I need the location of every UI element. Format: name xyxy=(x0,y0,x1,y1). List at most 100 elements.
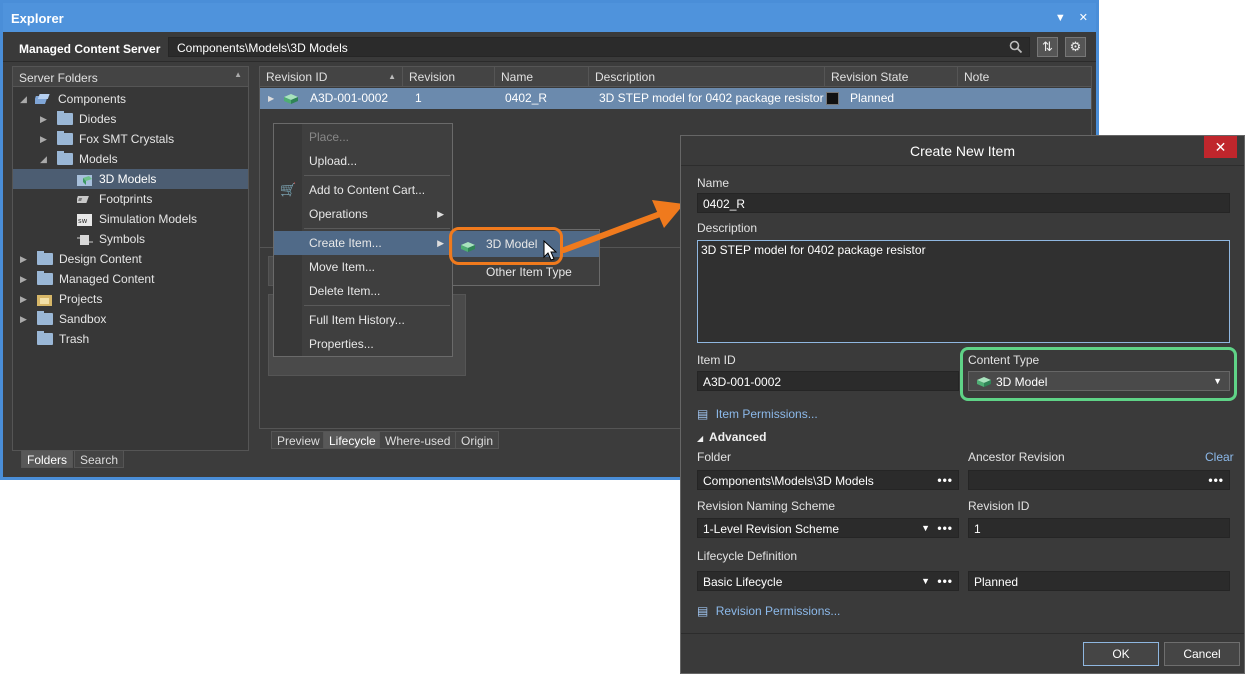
column-header-revision-state[interactable]: Revision State xyxy=(825,67,958,87)
cancel-button[interactable]: Cancel xyxy=(1164,642,1240,666)
table-row[interactable]: ▶ A3D-001-0002 1 0402_R 3D STEP model fo… xyxy=(260,88,1091,109)
orange-arrow-icon xyxy=(561,200,684,253)
tree-item-symbols[interactable]: Symbols xyxy=(13,229,248,249)
column-header-note[interactable]: Note xyxy=(958,67,1091,87)
revision-naming-label: Revision Naming Scheme xyxy=(697,499,836,513)
ancestor-revision-field[interactable]: ••• xyxy=(968,470,1230,490)
submenu-arrow-icon: ▶ xyxy=(437,209,444,219)
tree-item-projects[interactable]: ▶ Projects xyxy=(13,289,248,309)
tab-folders[interactable]: Folders xyxy=(21,450,74,468)
settings-button[interactable]: ⚙ xyxy=(1065,37,1086,57)
tree-item-managed-content[interactable]: ▶ Managed Content xyxy=(13,269,248,289)
menu-item-create-item[interactable]: Create Item... ▶ xyxy=(274,231,452,255)
lifecycle-definition-value: Basic Lifecycle xyxy=(703,575,783,589)
dropdown-arrow-icon[interactable]: ▼ xyxy=(1055,12,1066,24)
tree-item-sandbox[interactable]: ▶ Sandbox xyxy=(13,309,248,329)
ok-button[interactable]: OK xyxy=(1083,642,1159,666)
projects-icon xyxy=(37,293,53,306)
permissions-icon: ▤ xyxy=(697,407,709,421)
close-icon[interactable]: ✕ xyxy=(1079,12,1088,24)
expand-arrow-icon[interactable]: ▶ xyxy=(20,249,27,269)
description-field[interactable]: 3D STEP model for 0402 package resistor xyxy=(697,240,1230,343)
panel-title: Server Folders xyxy=(19,71,98,85)
expand-arrow-icon[interactable]: ▶ xyxy=(40,109,47,129)
expand-arrow-icon[interactable]: ▶ xyxy=(20,309,27,329)
link-label: Item Permissions... xyxy=(715,407,818,421)
browse-button[interactable]: ••• xyxy=(1208,473,1224,487)
menu-item-upload[interactable]: Upload... xyxy=(274,149,452,173)
menu-item-add-to-cart[interactable]: 🛒 Add to Content Cart... xyxy=(274,178,452,202)
tree-item-design-content[interactable]: ▶ Design Content xyxy=(13,249,248,269)
lifecycle-state-field[interactable]: Planned xyxy=(968,571,1230,591)
tree-item-label: Symbols xyxy=(99,232,146,246)
tree-item-models[interactable]: ◢ Models xyxy=(13,149,248,169)
tab-search[interactable]: Search xyxy=(74,450,125,468)
tree-item-diodes[interactable]: ▶ Diodes xyxy=(13,109,248,129)
menu-item-place[interactable]: Place... xyxy=(274,125,452,149)
browse-button[interactable]: ••• xyxy=(937,574,953,588)
expand-arrow-icon[interactable]: ▶ xyxy=(268,88,274,109)
cell-revision-id: A3D-001-0002 xyxy=(310,91,389,105)
menu-item-operations[interactable]: Operations ▶ xyxy=(274,202,452,226)
search-icon[interactable] xyxy=(1009,40,1023,57)
revision-naming-dropdown[interactable]: 1-Level Revision Scheme ▼ ••• xyxy=(697,518,959,538)
tree-item-3d-models[interactable]: 3D Models xyxy=(13,169,248,189)
menu-item-full-item-history[interactable]: Full Item History... xyxy=(274,308,452,332)
collapse-arrow-icon[interactable]: ◢ xyxy=(20,89,27,109)
revision-permissions-link[interactable]: ▤ Revision Permissions... xyxy=(697,604,840,618)
tree-item-label: Sandbox xyxy=(59,312,107,326)
collapse-arrow-icon[interactable]: ◢ xyxy=(40,149,47,169)
name-field[interactable]: 0402_R xyxy=(697,193,1230,213)
chevron-down-icon[interactable]: ▼ xyxy=(921,523,930,533)
tree-item-label: 3D Models xyxy=(99,172,157,186)
dialog-title: Create New Item xyxy=(909,143,1016,159)
menu-item-properties[interactable]: Properties... xyxy=(274,332,452,356)
path-text: Components\Models\3D Models xyxy=(177,41,348,55)
tree-item-footprints[interactable]: Footprints xyxy=(13,189,248,209)
tab-preview[interactable]: Preview xyxy=(271,431,326,449)
tree-item-trash[interactable]: Trash xyxy=(13,329,248,349)
advanced-section-toggle[interactable]: ◢ Advanced xyxy=(697,430,766,444)
item-permissions-link[interactable]: ▤ Item Permissions... xyxy=(697,407,818,421)
chevron-down-icon[interactable]: ▼ xyxy=(921,576,930,586)
expand-arrow-icon[interactable]: ▶ xyxy=(40,129,47,149)
menu-separator xyxy=(304,175,450,176)
tab-lifecycle[interactable]: Lifecycle xyxy=(323,431,382,449)
column-header-revision-id[interactable]: Revision ID ▲ xyxy=(260,67,403,87)
tree-item-components[interactable]: ◢ Components xyxy=(13,89,248,109)
server-selector[interactable]: Managed Content Server ▼ xyxy=(19,42,175,56)
description-label: Description xyxy=(697,221,758,235)
column-header-revision[interactable]: Revision xyxy=(403,67,495,87)
folder-icon xyxy=(37,311,53,325)
collapse-icon[interactable]: ▲ xyxy=(234,70,242,79)
folder-icon xyxy=(37,251,53,265)
revision-naming-value: 1-Level Revision Scheme xyxy=(703,522,840,536)
refresh-button[interactable]: ⇅ xyxy=(1037,37,1058,57)
menu-item-delete-item[interactable]: Delete Item... xyxy=(274,279,452,303)
expand-arrow-icon[interactable]: ▶ xyxy=(20,269,27,289)
tree-item-simulation-models[interactable]: sw Simulation Models xyxy=(13,209,248,229)
column-header-name[interactable]: Name xyxy=(495,67,589,87)
lifecycle-definition-dropdown[interactable]: Basic Lifecycle ▼ ••• xyxy=(697,571,959,591)
dialog-titlebar: Create New Item ✕ xyxy=(681,136,1244,166)
lifecycle-definition-label: Lifecycle Definition xyxy=(697,549,798,563)
svg-text:sw: sw xyxy=(78,217,88,225)
revision-id-field[interactable]: 1 xyxy=(968,518,1230,538)
3d-model-icon xyxy=(282,88,300,109)
clear-link[interactable]: Clear xyxy=(1205,450,1234,464)
folder-value: Components\Models\3D Models xyxy=(703,474,874,488)
browse-button[interactable]: ••• xyxy=(937,473,953,487)
browse-button[interactable]: ••• xyxy=(937,521,953,535)
link-label: Revision Permissions... xyxy=(715,604,841,618)
folder-field[interactable]: Components\Models\3D Models ••• xyxy=(697,470,959,490)
path-input[interactable]: Components\Models\3D Models xyxy=(168,37,1030,57)
tree-item-fox-smt-crystals[interactable]: ▶ Fox SMT Crystals xyxy=(13,129,248,149)
menu-item-move-item[interactable]: Move Item... xyxy=(274,255,452,279)
expand-arrow-icon[interactable]: ▶ xyxy=(20,289,27,309)
column-header-description[interactable]: Description xyxy=(589,67,825,87)
tab-origin[interactable]: Origin xyxy=(455,431,500,449)
tree-item-label: Design Content xyxy=(59,252,142,266)
close-button[interactable]: ✕ xyxy=(1204,136,1237,158)
tab-where-used[interactable]: Where-used xyxy=(379,431,457,449)
item-id-field[interactable]: A3D-001-0002 xyxy=(697,371,959,391)
